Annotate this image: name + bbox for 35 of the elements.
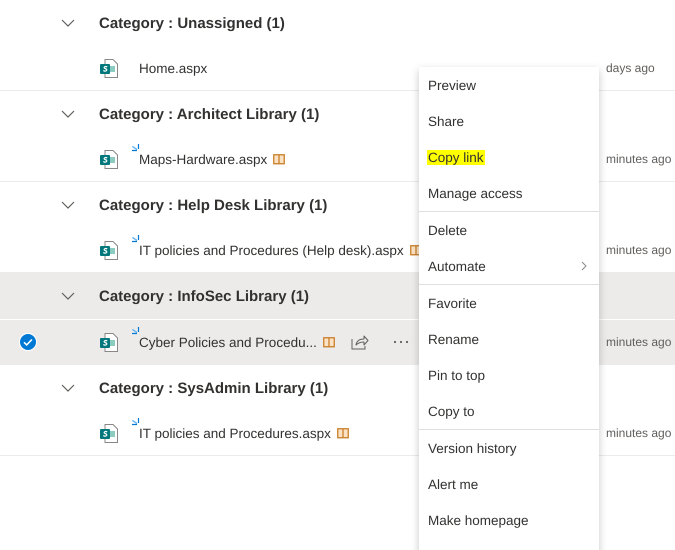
modified-time: minutes ago — [606, 426, 672, 440]
chevron-right-icon — [579, 261, 589, 271]
group-title: Category : SysAdmin Library (1) — [99, 380, 328, 396]
modified-time: minutes ago — [606, 152, 672, 166]
file-name[interactable]: Maps-Hardware.aspx — [139, 152, 268, 166]
menu-item[interactable]: Make homepage — [419, 502, 599, 538]
menu-item[interactable]: Alert me — [419, 466, 599, 502]
sharepoint-file-icon — [100, 241, 118, 260]
file-name[interactable]: Home.aspx — [139, 60, 208, 76]
menu-item[interactable]: Delete — [419, 212, 599, 248]
checkmark-icon[interactable] — [19, 333, 37, 351]
menu-item[interactable]: Preview — [419, 67, 599, 103]
group-title: Category : Unassigned (1) — [99, 14, 285, 32]
share-icon[interactable] — [350, 334, 369, 350]
menu-item[interactable]: Manage access — [419, 175, 599, 211]
file-name[interactable]: IT policies and Procedures.aspx — [139, 426, 331, 440]
sharepoint-file-icon — [100, 424, 118, 443]
menu-item[interactable]: Copy link — [419, 139, 599, 175]
menu-item[interactable]: Copy to — [419, 393, 599, 429]
group-title: Category : Architect Library (1) — [99, 106, 320, 122]
file-name[interactable]: Cyber Policies and Procedu... — [139, 334, 317, 350]
modified-time: minutes ago — [606, 335, 672, 349]
modified-time: days ago — [606, 61, 655, 75]
sharepoint-file-icon — [100, 150, 118, 169]
sharepoint-file-icon — [100, 333, 118, 352]
sharepoint-file-icon — [100, 59, 118, 78]
menu-item[interactable]: Favorite — [419, 285, 599, 321]
menu-item[interactable]: Version history — [419, 430, 599, 466]
group-title: Category : Help Desk Library (1) — [99, 196, 328, 214]
file-name[interactable]: IT policies and Procedures (Help desk).aspx — [139, 242, 404, 258]
more-options-icon[interactable] — [392, 340, 409, 344]
group-title: Category : InfoSec Library (1) — [99, 288, 310, 304]
modified-time: minutes ago — [606, 243, 672, 257]
menu-item[interactable]: Share — [419, 103, 599, 139]
menu-item[interactable]: Rename — [419, 321, 599, 357]
